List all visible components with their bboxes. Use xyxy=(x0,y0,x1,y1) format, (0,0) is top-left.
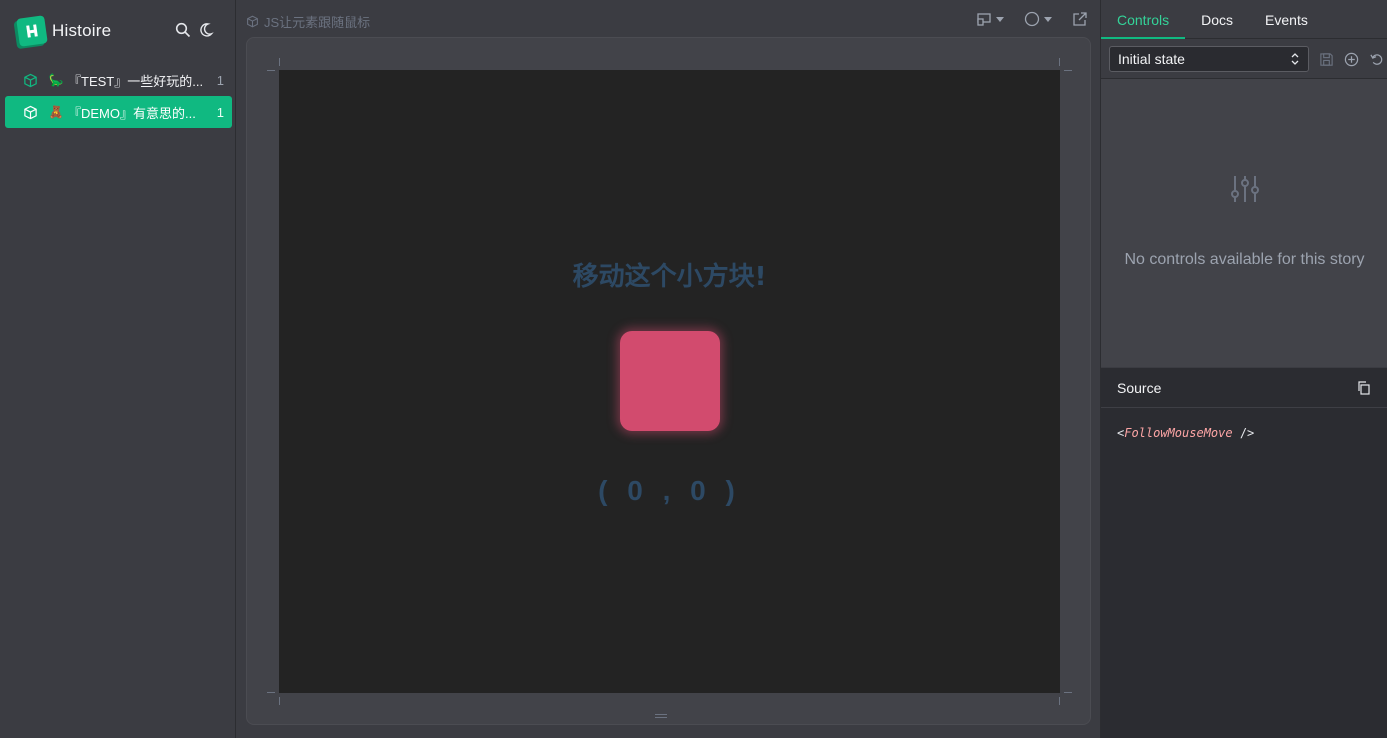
state-select-value: Initial state xyxy=(1118,51,1185,67)
reset-icon[interactable] xyxy=(1368,51,1384,67)
add-icon[interactable] xyxy=(1343,51,1359,67)
cube-icon xyxy=(247,15,258,28)
state-row: Initial state xyxy=(1109,46,1384,72)
sidebar-top-actions xyxy=(175,22,216,38)
source-title: Source xyxy=(1117,379,1162,396)
responsive-size-dropdown[interactable] xyxy=(976,11,1004,27)
chevron-down-icon xyxy=(996,16,1004,22)
teddy-bear-emoji-icon: 🧸 xyxy=(48,105,64,119)
canvas-heading: 移动这个小方块! xyxy=(572,262,767,292)
state-actions xyxy=(1318,51,1384,67)
empty-controls-message: No controls available for this story xyxy=(1124,251,1365,268)
guide-tick xyxy=(267,70,275,71)
coordinate-readout: ( 0 , 0 ) xyxy=(598,475,741,506)
guide-tick xyxy=(267,692,275,693)
tab-docs[interactable]: Docs xyxy=(1185,0,1249,39)
story-title-text: JS让元素跟随鼠标 xyxy=(264,15,371,30)
background-icon xyxy=(1024,11,1040,27)
guide-tick xyxy=(1064,70,1072,71)
copy-icon[interactable] xyxy=(1356,380,1372,396)
story-preview-pane: JS让元素跟随鼠标 移动这个小方块! (0 , 0) xyxy=(237,0,1105,738)
cube-icon xyxy=(24,73,37,87)
sliders-icon xyxy=(1231,176,1259,202)
guide-tick xyxy=(1059,58,1060,66)
state-select[interactable]: Initial state xyxy=(1109,46,1309,72)
external-link-icon[interactable] xyxy=(1072,11,1088,27)
story-side-panel: Controls Docs Events Initial state No co… xyxy=(1100,0,1387,738)
app-name: Histoire xyxy=(52,21,112,40)
story-canvas[interactable]: 移动这个小方块! ( 0 , 0 ) xyxy=(279,70,1060,693)
source-code: <FollowMouseMove /> xyxy=(1117,426,1255,440)
toolbar-actions xyxy=(976,11,1088,27)
save-icon[interactable] xyxy=(1318,51,1334,67)
preview-toolbar: JS让元素跟随鼠标 xyxy=(237,0,1100,38)
cube-icon xyxy=(24,105,37,119)
source-component-name: FollowMouseMove xyxy=(1124,426,1233,440)
sidebar: Histoire 🦕 『TEST』一些好玩的... 1 🧸 『DEMO』有意思的… xyxy=(0,0,236,738)
guide-tick xyxy=(279,697,280,705)
chevron-up-down-icon xyxy=(1291,53,1299,65)
story-list: 🦕 『TEST』一些好玩的... 1 🧸 『DEMO』有意思的... 1 xyxy=(5,64,232,128)
story-variant-count: 1 xyxy=(216,72,224,88)
guide-tick xyxy=(279,58,280,66)
preview-frame: 移动这个小方块! ( 0 , 0 ) xyxy=(246,37,1105,725)
story-title: JS让元素跟随鼠标 xyxy=(246,12,370,31)
story-item-demo[interactable]: 🧸 『DEMO』有意思的... 1 xyxy=(5,96,232,128)
follow-square[interactable] xyxy=(620,331,720,431)
histoire-app: Histoire 🦕 『TEST』一些好玩的... 1 🧸 『DEMO』有意思的… xyxy=(0,0,1387,738)
dinosaur-emoji-icon: 🦕 xyxy=(48,73,64,87)
panel-tabs: Controls Docs Events xyxy=(1101,0,1387,39)
background-dropdown[interactable] xyxy=(1024,11,1052,27)
responsive-icon xyxy=(976,11,992,27)
story-item-test[interactable]: 🦕 『TEST』一些好玩的... 1 xyxy=(5,64,232,96)
guide-tick xyxy=(1064,692,1072,693)
brand[interactable]: Histoire xyxy=(16,15,112,47)
chevron-down-icon xyxy=(1044,16,1052,22)
story-item-label: 『DEMO』有意思的... xyxy=(68,105,196,121)
guide-tick xyxy=(1059,697,1060,705)
tab-events[interactable]: Events xyxy=(1249,0,1324,39)
source-body: <FollowMouseMove /> xyxy=(1101,408,1387,738)
story-variant-count: 1 xyxy=(216,104,224,120)
source-header: Source xyxy=(1101,368,1387,408)
story-item-label: 『TEST』一些好玩的... xyxy=(68,73,204,89)
moon-icon[interactable] xyxy=(200,22,216,38)
search-icon[interactable] xyxy=(175,22,191,38)
histoire-logo-icon xyxy=(16,15,48,47)
tab-controls[interactable]: Controls xyxy=(1101,0,1186,39)
controls-area: No controls available for this story xyxy=(1101,78,1387,367)
vertical-resize-handle[interactable] xyxy=(655,714,667,718)
